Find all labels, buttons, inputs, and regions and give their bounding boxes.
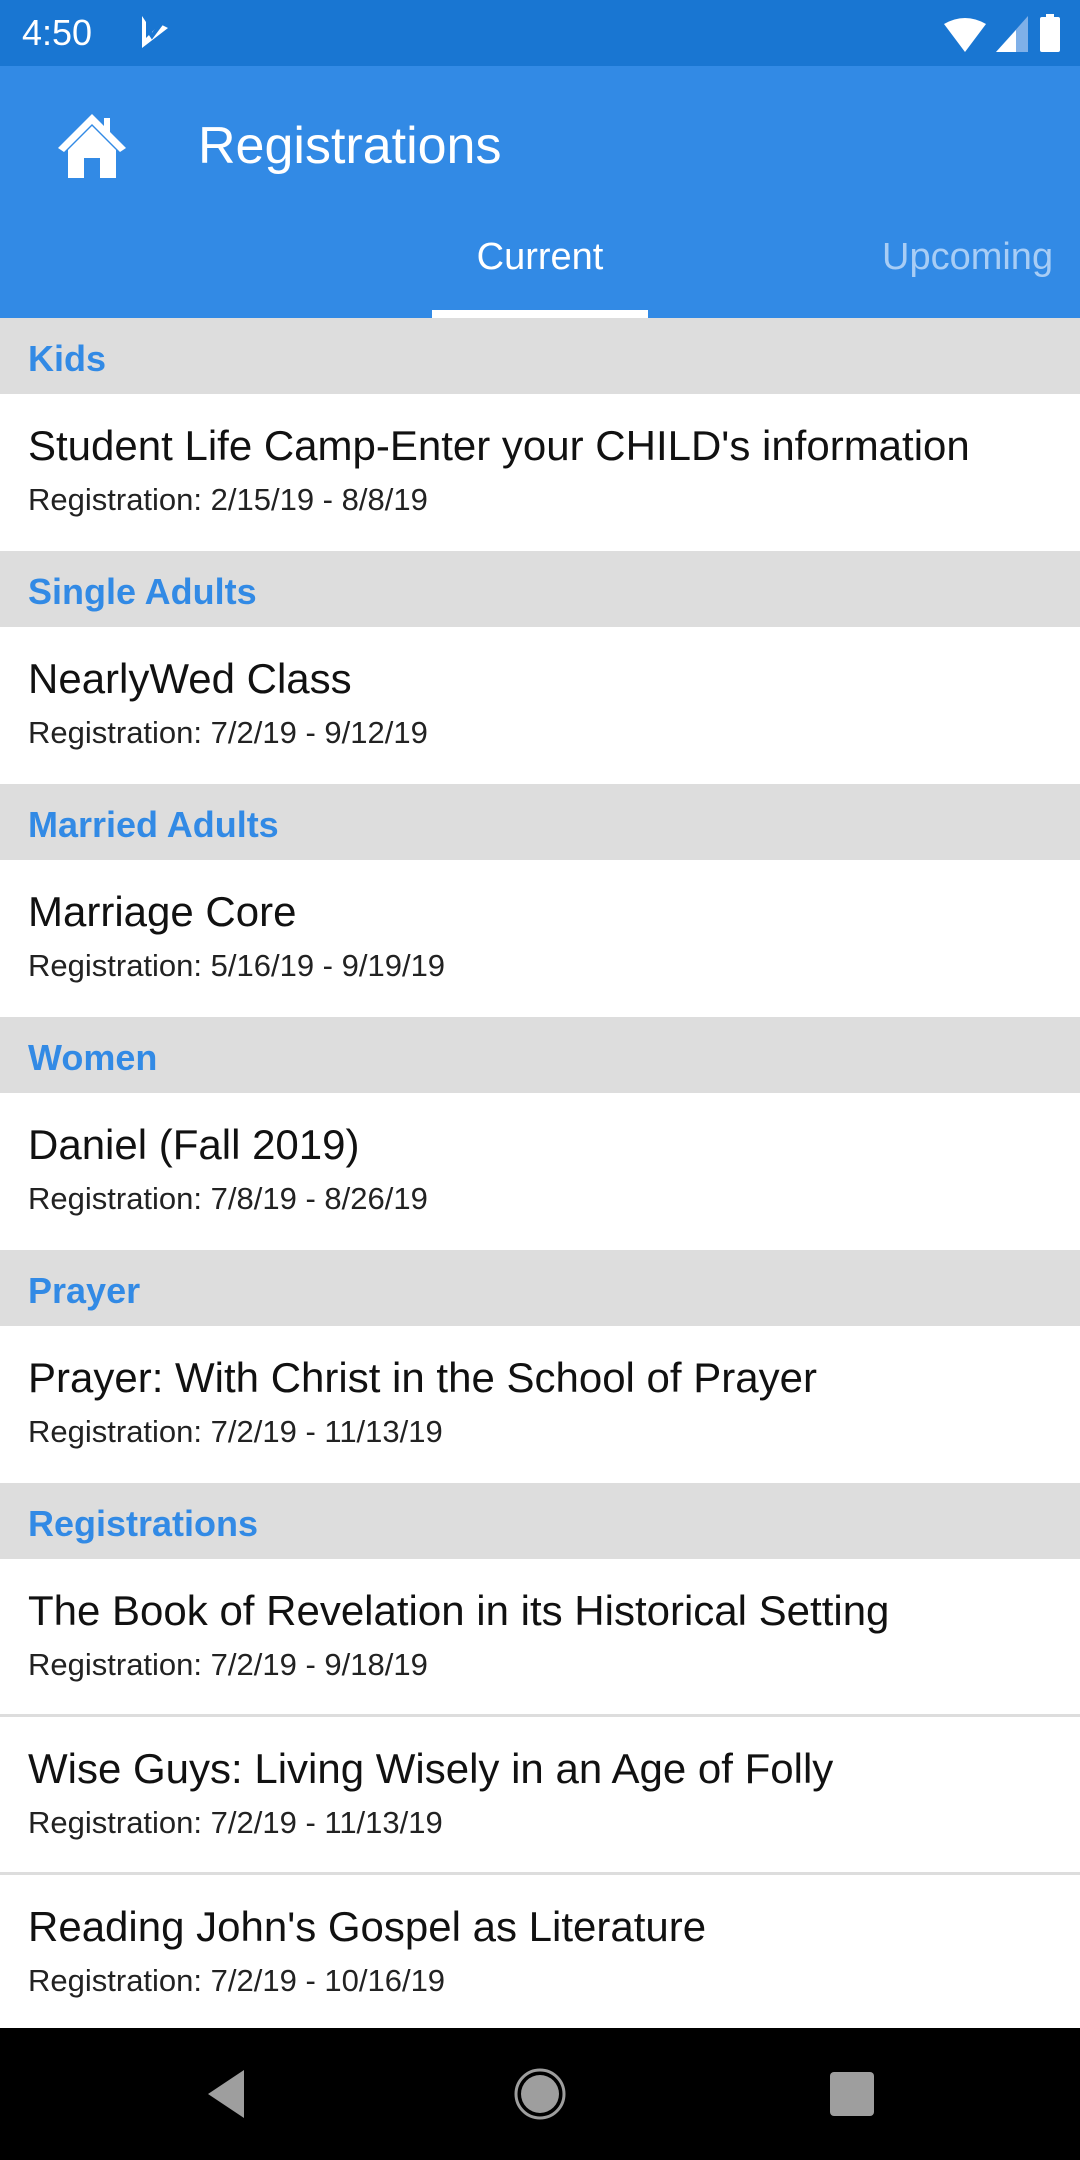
battery-icon — [1040, 14, 1060, 52]
item-title: Wise Guys: Living Wisely in an Age of Fo… — [28, 1745, 834, 1792]
item-subtitle: Registration: 7/2/19 - 9/12/19 — [28, 715, 428, 750]
item-subtitle: Registration: 7/2/19 - 9/18/19 — [28, 1647, 428, 1682]
tab-indicator — [432, 310, 648, 318]
list-item[interactable]: Wise Guys: Living Wisely in an Age of Fo… — [0, 1717, 1080, 1875]
section-header: Married Adults — [0, 784, 1080, 860]
list-item[interactable]: Daniel (Fall 2019) Registration: 7/8/19 … — [0, 1093, 1080, 1250]
signal-icon — [996, 16, 1028, 52]
item-subtitle: Registration: 5/16/19 - 9/19/19 — [28, 948, 446, 983]
back-icon[interactable] — [196, 2064, 256, 2124]
item-title: Daniel (Fall 2019) — [28, 1121, 360, 1168]
status-bar: 4:50 — [0, 0, 1080, 66]
item-title: Prayer: With Christ in the School of Pra… — [28, 1354, 817, 1401]
tab-current[interactable]: Current — [432, 228, 648, 318]
item-title: Marriage Core — [28, 888, 297, 935]
section-header: Women — [0, 1017, 1080, 1093]
app-bar: Registrations Current Upcoming — [0, 66, 1080, 318]
section-header: Registrations — [0, 1483, 1080, 1559]
registration-list: Kids Student Life Camp-Enter your CHILD'… — [0, 318, 1080, 2032]
status-icons — [944, 14, 1060, 52]
list-item[interactable]: Marriage Core Registration: 5/16/19 - 9/… — [0, 860, 1080, 1017]
item-subtitle: Registration: 7/2/19 - 11/13/19 — [28, 1414, 443, 1449]
item-title: Reading John's Gospel as Literature — [28, 1903, 707, 1950]
status-time: 4:50 — [22, 12, 93, 53]
section-header: Kids — [0, 318, 1080, 394]
item-subtitle: Registration: 2/15/19 - 8/8/19 — [28, 482, 428, 517]
tab-label: Upcoming — [882, 236, 1054, 278]
section-header: Prayer — [0, 1250, 1080, 1326]
item-title: Student Life Camp-Enter your CHILD's inf… — [28, 422, 970, 469]
system-nav-bar — [0, 2028, 1080, 2160]
item-subtitle: Registration: 7/2/19 - 10/16/19 — [28, 1963, 446, 1998]
item-title: NearlyWed Class — [28, 655, 352, 702]
list-item[interactable]: The Book of Revelation in its Historical… — [0, 1559, 1080, 1717]
wifi-icon — [944, 18, 986, 52]
page-title: Registrations — [198, 117, 502, 175]
notification-check-icon — [142, 16, 168, 48]
list-item[interactable]: Reading John's Gospel as Literature Regi… — [0, 1875, 1080, 2032]
section-header: Single Adults — [0, 551, 1080, 627]
home-icon[interactable] — [56, 110, 128, 178]
home-circle-icon[interactable] — [510, 2064, 570, 2124]
list-item[interactable]: NearlyWed Class Registration: 7/2/19 - 9… — [0, 627, 1080, 784]
recents-icon[interactable] — [822, 2064, 882, 2124]
item-subtitle: Registration: 7/2/19 - 11/13/19 — [28, 1805, 443, 1840]
list-item[interactable]: Student Life Camp-Enter your CHILD's inf… — [0, 394, 1080, 551]
item-subtitle: Registration: 7/8/19 - 8/26/19 — [28, 1181, 428, 1216]
list-item[interactable]: Prayer: With Christ in the School of Pra… — [0, 1326, 1080, 1483]
item-title: The Book of Revelation in its Historical… — [28, 1587, 890, 1634]
tab-label: Current — [476, 236, 604, 278]
tab-upcoming[interactable]: Upcoming — [860, 228, 1080, 318]
